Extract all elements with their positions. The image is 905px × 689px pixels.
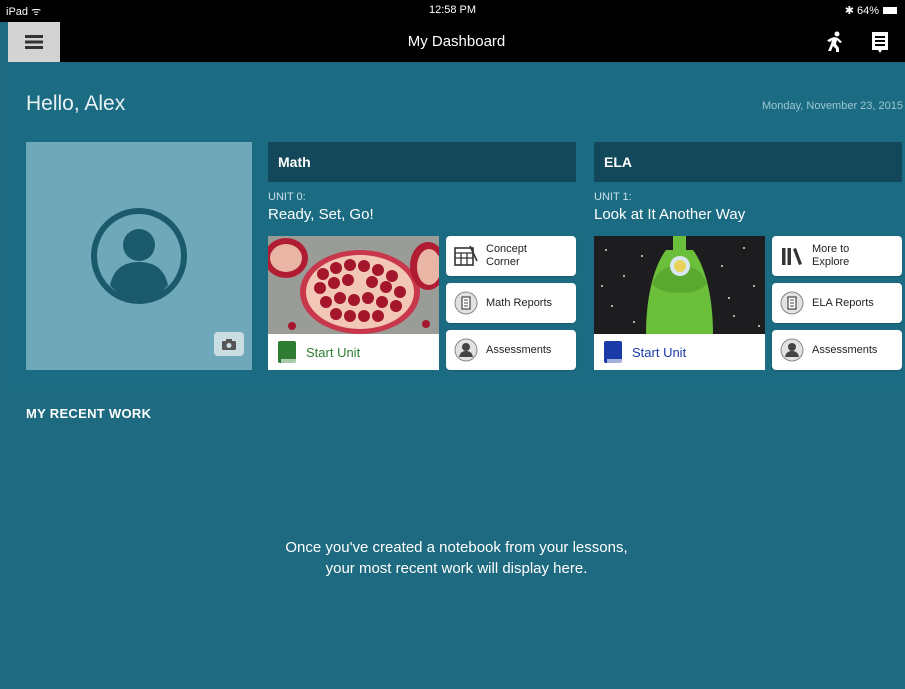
empty-message-line1: Once you've created a notebook from your… (285, 539, 628, 556)
button-label: Math Reports (486, 296, 553, 309)
math-reports-button[interactable]: Math Reports (446, 283, 576, 323)
button-label-line1: More to (812, 243, 850, 255)
book-icon (604, 341, 622, 363)
recent-work-title: MY RECENT WORK (26, 406, 152, 421)
greeting: Hello, Alex (26, 92, 126, 115)
status-bar: iPad ᯤ 12:58 PM ✱ 64% (0, 0, 905, 22)
unit-label: UNIT 0: (268, 191, 306, 203)
button-label: ELA Reports (812, 296, 874, 309)
library-icon (780, 244, 804, 268)
battery-label: ✱ 64% (844, 5, 879, 17)
button-label-line2: Corner (486, 256, 520, 268)
report-icon (454, 291, 478, 315)
subject-body: Start Unit More to Explore ELA Reports A… (594, 236, 902, 370)
button-label: Assessments (486, 343, 552, 356)
recent-work-empty-message: Once you've created a notebook from your… (8, 537, 905, 579)
concept-corner-button[interactable]: Concept Corner (446, 236, 576, 276)
camera-icon (222, 338, 236, 350)
math-assessments-button[interactable]: Assessments (446, 330, 576, 370)
ela-assessments-button[interactable]: Assessments (772, 330, 902, 370)
activity-icon (827, 31, 842, 52)
button-label-line1: Concept (486, 243, 527, 255)
start-unit-label: Start Unit (632, 344, 687, 360)
unit-image-globe[interactable] (594, 236, 765, 334)
subject-card-math: Math UNIT 0: Ready, Set, Go! Start Unit … (268, 142, 576, 370)
button-label-line2: Explore (812, 256, 850, 268)
unit-title: Look at It Another Way (594, 206, 746, 223)
person-icon (780, 338, 804, 362)
notes-icon (872, 32, 888, 53)
empty-message-line2: your most recent work will display here. (325, 560, 588, 577)
subject-body: Start Unit Concept Corner Math Reports A… (268, 236, 576, 370)
unit-title: Ready, Set, Go! (268, 206, 374, 223)
start-unit-button[interactable]: Start Unit (268, 334, 439, 370)
subject-title: Math (268, 142, 576, 182)
book-icon (278, 341, 296, 363)
notes-button[interactable] (868, 30, 892, 54)
person-icon (454, 338, 478, 362)
profile-card (26, 142, 252, 370)
battery-icon (883, 7, 897, 14)
ela-reports-button[interactable]: ELA Reports (772, 283, 902, 323)
status-time: 12:58 PM (428, 4, 477, 16)
battery-status: ✱ 64% (845, 4, 897, 17)
subject-card-ela: ELA UNIT 1: Look at It Another Way Start… (594, 142, 902, 370)
app-header: My Dashboard (8, 22, 905, 62)
activity-button[interactable] (823, 30, 847, 54)
unit-image-pomegranate[interactable] (268, 236, 439, 334)
report-icon (780, 291, 804, 315)
subject-title: ELA (594, 142, 902, 182)
dashboard-main: Hello, Alex Monday, November 23, 2015 Ma… (8, 62, 905, 689)
more-to-explore-button[interactable]: More to Explore (772, 236, 902, 276)
change-photo-button[interactable] (214, 332, 244, 356)
page-title: My Dashboard (407, 33, 506, 50)
start-unit-button[interactable]: Start Unit (594, 334, 765, 370)
current-date: Monday, November 23, 2015 (761, 100, 903, 112)
button-label: Assessments (812, 343, 878, 356)
start-unit-label: Start Unit (306, 344, 361, 360)
unit-label: UNIT 1: (594, 191, 632, 203)
avatar-icon (91, 208, 187, 304)
calculator-icon (454, 244, 478, 268)
